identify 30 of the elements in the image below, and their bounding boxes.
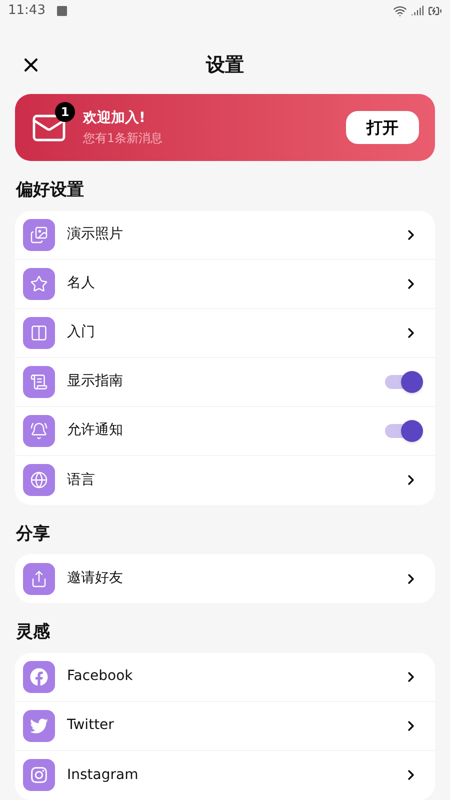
scroll-icon bbox=[23, 366, 55, 398]
row-label: 邀请好友 bbox=[67, 569, 124, 588]
row-label: Instagram bbox=[67, 766, 140, 785]
share-icon bbox=[23, 562, 55, 595]
signal-icon bbox=[411, 4, 424, 18]
message-count-badge: 1 bbox=[55, 102, 75, 122]
row-label: Facebook bbox=[67, 667, 134, 686]
section-title: 偏好设置 bbox=[14, 179, 85, 202]
row-label: 语言 bbox=[67, 470, 96, 490]
section-title: 灵感 bbox=[15, 621, 51, 644]
twitter-icon bbox=[23, 710, 55, 742]
panels-icon bbox=[23, 316, 55, 349]
status-time: 11:43 bbox=[8, 2, 46, 20]
bell-icon bbox=[23, 414, 55, 447]
facebook-icon bbox=[23, 660, 55, 693]
page-title: 设置 bbox=[206, 52, 244, 78]
row-label: 入门 bbox=[67, 323, 96, 342]
banner-title: 欢迎加入! bbox=[83, 109, 146, 128]
row-label: Twitter bbox=[67, 716, 115, 736]
row-label: 显示指南 bbox=[67, 372, 124, 392]
instagram-icon bbox=[23, 759, 55, 792]
open-button[interactable]: 打开 bbox=[346, 111, 419, 144]
banner-subtitle: 您有1条新消息 bbox=[83, 130, 164, 148]
globe-icon bbox=[23, 464, 55, 496]
wifi-icon bbox=[393, 4, 407, 18]
row-label: 允许通知 bbox=[67, 421, 124, 440]
section-title: 分享 bbox=[14, 522, 51, 546]
row-label: 名人 bbox=[67, 274, 96, 294]
row-label: 演示照片 bbox=[67, 225, 124, 244]
photos-icon bbox=[23, 218, 55, 251]
